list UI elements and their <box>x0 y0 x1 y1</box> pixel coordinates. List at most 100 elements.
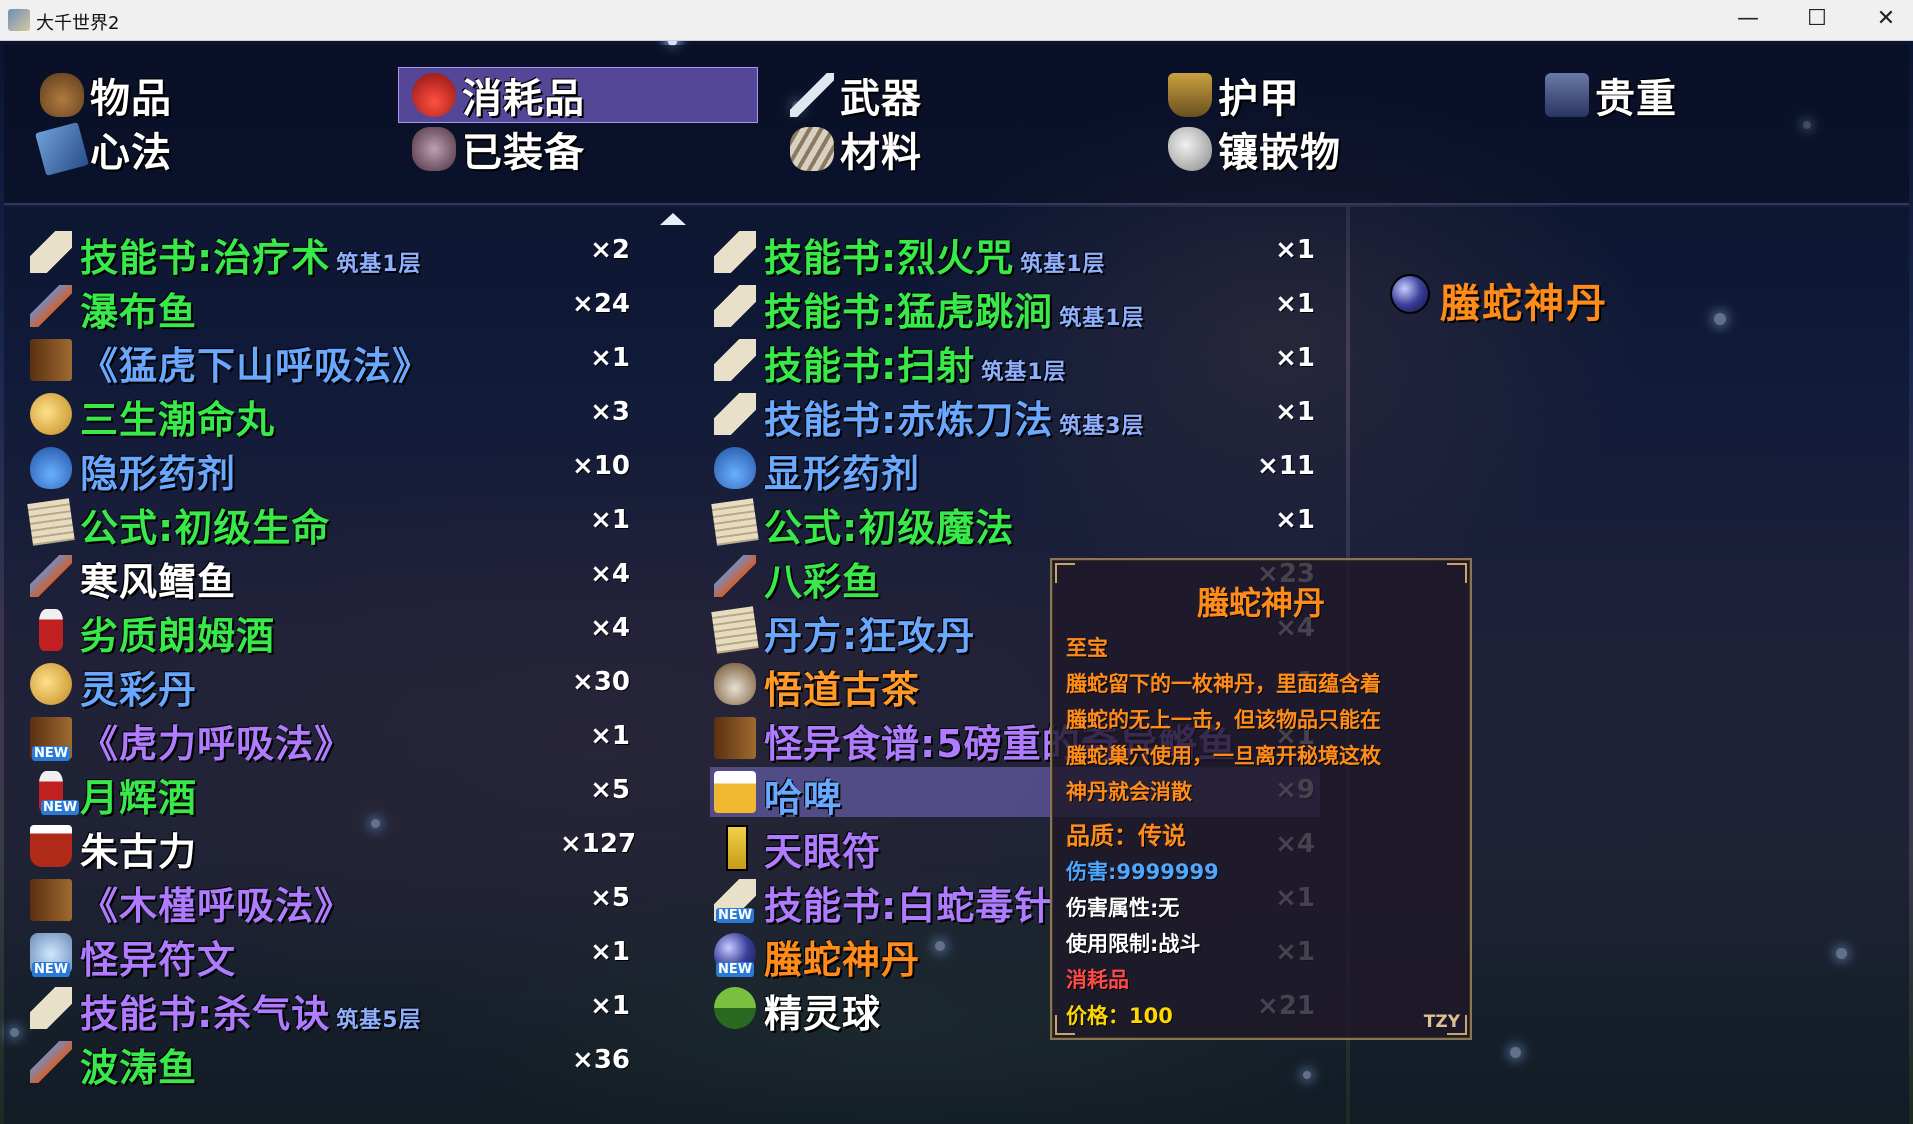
inventory-item-name: 瀑布鱼 <box>80 281 197 336</box>
inventory-item-quantity: ×1 <box>1275 235 1315 265</box>
inventory-item-label: 悟道古茶 <box>764 668 921 712</box>
category-tab[interactable]: 消耗品 <box>412 69 585 122</box>
inventory-item[interactable]: 瀑布鱼 ×24 <box>30 281 630 336</box>
inventory-item-label: 技能书:治疗术 <box>80 236 331 280</box>
app-icon <box>8 9 30 31</box>
inventory-item[interactable]: 技能书:扫射 筑基1层 ×1 <box>714 335 1315 388</box>
fish-icon <box>30 285 72 327</box>
bag-icon <box>40 73 84 117</box>
skill-tier-label: 筑基3层 <box>1059 414 1145 439</box>
gem-icon <box>1168 127 1212 171</box>
scroll-icon <box>714 231 756 273</box>
inventory-item-quantity: ×4 <box>590 613 630 643</box>
category-tab[interactable]: 护甲 <box>1168 69 1300 122</box>
skill-tier-label: 筑基1层 <box>336 252 422 277</box>
inventory-item[interactable]: 寒风鳕鱼 ×4 <box>30 551 630 604</box>
category-tab[interactable]: 心法 <box>35 122 172 176</box>
tome-icon <box>30 339 72 381</box>
inventory-item[interactable]: 隐形药剂 ×10 <box>30 443 630 496</box>
inventory-item-label: 公式:初级魔法 <box>764 506 1015 550</box>
category-tab-label: 护甲 <box>1218 76 1300 122</box>
inventory-item[interactable]: 《猛虎下山呼吸法》 ×1 <box>30 335 630 390</box>
category-tab-label: 材料 <box>840 130 922 176</box>
inventory-item-name: 技能书:杀气诀 筑基5层 <box>80 983 422 1038</box>
inventory-item-name: 《猛虎下山呼吸法》 <box>80 335 431 390</box>
category-tab-label: 镶嵌物 <box>1218 130 1341 176</box>
inventory-item-label: 技能书:杀气诀 <box>80 992 331 1036</box>
pill-icon <box>30 393 72 435</box>
new-badge: NEW <box>41 800 80 815</box>
inventory-item[interactable]: NEW 月辉酒 ×5 <box>30 767 630 822</box>
category-tab-label: 消耗品 <box>462 76 585 122</box>
inventory-item-quantity: ×1 <box>590 343 630 373</box>
inventory-item-quantity: ×1 <box>1275 397 1315 427</box>
inventory-item-label: 哈啤 <box>764 776 843 820</box>
inventory-item-label: 隐形药剂 <box>80 452 237 496</box>
category-tab[interactable]: 材料 <box>790 123 922 176</box>
inventory-item-label: 波涛鱼 <box>80 1046 198 1090</box>
inventory-item-name: 显形药剂 <box>764 443 920 498</box>
scroll-icon <box>714 339 756 381</box>
orb-icon <box>1392 276 1428 312</box>
inventory-item[interactable]: 《木槿呼吸法》 ×5 <box>30 875 630 928</box>
tooltip-price: 价格：100 <box>1066 1004 1173 1028</box>
tea-icon <box>714 663 756 705</box>
inventory-item-label: 寒风鳕鱼 <box>80 560 237 604</box>
inventory-item-quantity: ×4 <box>590 559 630 589</box>
category-tab[interactable]: 镶嵌物 <box>1168 123 1341 176</box>
inventory-item[interactable]: 公式:初级生命 ×1 <box>27 497 630 550</box>
inventory-item[interactable]: 技能书:猛虎跳涧 筑基1层 ×1 <box>714 281 1315 334</box>
inventory-item[interactable]: 显形药剂 ×11 <box>714 443 1315 498</box>
rune-icon: NEW <box>30 933 72 977</box>
new-badge: NEW <box>32 746 71 761</box>
inventory-item-label: 八彩鱼 <box>764 560 882 604</box>
close-button[interactable]: ✕ <box>1855 0 1913 40</box>
inventory-item[interactable]: 灵彩丹 ×30 <box>30 659 630 712</box>
new-badge: NEW <box>716 962 755 977</box>
potion-icon <box>412 73 456 117</box>
inventory-item[interactable]: 技能书:烈火咒 筑基1层 ×1 <box>714 227 1315 280</box>
inventory-item-name: 技能书:赤炼刀法 筑基3层 <box>764 389 1145 444</box>
inventory-item[interactable]: 技能书:杀气诀 筑基5层 ×1 <box>30 983 630 1038</box>
maximize-button[interactable]: ☐ <box>1786 0 1848 40</box>
inventory-item-name: 公式:初级魔法 <box>764 497 1014 552</box>
inventory-item[interactable]: 技能书:治疗术 筑基1层 ×2 <box>30 227 630 280</box>
category-tab[interactable]: 物品 <box>40 69 172 122</box>
inventory-item-label: 朱古力 <box>80 830 198 874</box>
category-tab-label: 贵重 <box>1595 76 1677 122</box>
inventory-item-name: 技能书:白蛇毒针 <box>764 875 1053 930</box>
inventory-item-label: 《虎力呼吸法》 <box>80 722 354 766</box>
inventory-item-quantity: ×36 <box>572 1045 630 1075</box>
inventory-item-name: 月辉酒 <box>80 767 197 822</box>
equipped-icon <box>412 127 456 171</box>
scroll-up-arrow-icon[interactable] <box>660 213 686 225</box>
inventory-item-quantity: ×127 <box>560 829 637 859</box>
inventory-item-label: 技能书:扫射 <box>764 344 976 388</box>
skill-tier-label: 筑基1层 <box>1020 252 1106 277</box>
category-tab[interactable]: 武器 <box>790 69 922 122</box>
inventory-item-label: 技能书:烈火咒 <box>764 236 1015 280</box>
inventory-item-name: 《虎力呼吸法》 <box>80 713 353 768</box>
inventory-item[interactable]: 朱古力 ×127 <box>30 821 637 874</box>
inventory-item[interactable]: 公式:初级魔法 ×1 <box>711 497 1315 552</box>
category-tab[interactable]: 已装备 <box>412 123 585 176</box>
inventory-item-label: 丹方:狂攻丹 <box>764 614 976 658</box>
inventory-item[interactable]: NEW 《虎力呼吸法》 ×1 <box>30 713 630 768</box>
tooltip-desc-line: 螣蛇留下的一枚神丹，里面蕴含着 <box>1066 672 1381 696</box>
inventory-item-label: 技能书:猛虎跳涧 <box>764 290 1054 334</box>
inventory-item[interactable]: 三生潮命丸 ×3 <box>30 389 630 444</box>
inventory-item-quantity: ×30 <box>572 667 630 697</box>
minimize-button[interactable]: — <box>1717 0 1779 40</box>
inventory-item-name: 三生潮命丸 <box>80 389 275 444</box>
inventory-item[interactable]: NEW 怪异符文 ×1 <box>30 929 630 982</box>
inventory-item[interactable]: 劣质朗姆酒 ×4 <box>30 605 630 658</box>
inventory-item[interactable]: 波涛鱼 ×36 <box>30 1037 630 1090</box>
category-tab-label: 武器 <box>840 76 922 122</box>
category-tab[interactable]: 贵重 <box>1545 69 1677 122</box>
inventory-item-label: 天眼符 <box>764 830 882 874</box>
inventory-item[interactable]: 技能书:赤炼刀法 筑基3层 ×1 <box>714 389 1315 444</box>
bottle-icon: NEW <box>39 771 80 815</box>
tooltip-rarity: 至宝 <box>1066 636 1108 660</box>
scroll-icon <box>30 987 72 1029</box>
inventory-item-label: 技能书:赤炼刀法 <box>764 398 1054 442</box>
